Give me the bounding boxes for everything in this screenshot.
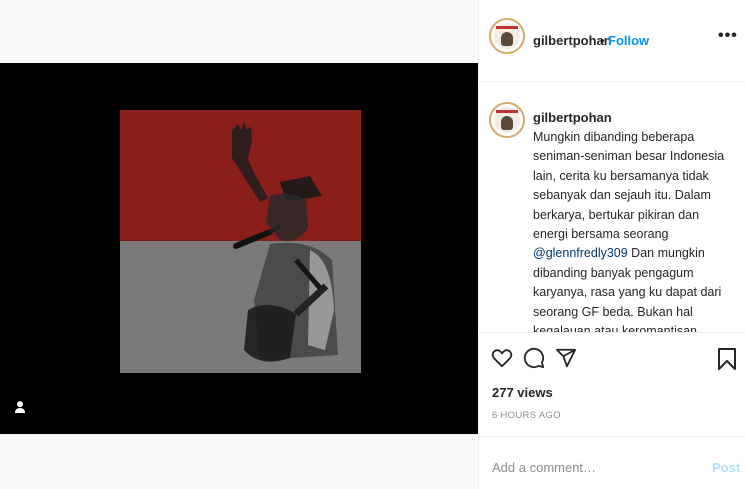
caption-author-avatar[interactable] [489,102,525,138]
follow-button[interactable]: Follow [608,33,649,48]
comment-icon[interactable] [523,347,545,369]
more-options-button[interactable]: ••• [718,27,738,45]
share-icon[interactable] [555,347,577,369]
post-timestamp[interactable]: 6 HOURS AGO [492,410,561,421]
separator-dot: • [600,33,605,48]
mention-link[interactable]: @glennfredly309 [533,246,628,260]
post-comment-button[interactable]: Post [712,460,740,475]
post-media[interactable] [0,63,478,434]
bottom-background [0,434,478,489]
caption-username-link[interactable]: gilbertpohan [533,110,612,125]
post-side-panel: gilbertpohan • Follow ••• gilbertpohan M… [478,0,745,489]
performer-silhouette [232,122,338,362]
caption-text: Mungkin dibanding beberapa seniman-senim… [533,128,737,332]
add-comment-section: Add a comment… Post [479,436,745,489]
heart-icon[interactable] [491,347,513,369]
views-count[interactable]: 277 views [492,385,553,400]
caption-text-part-1: Mungkin dibanding beberapa seniman-senim… [533,130,725,242]
top-background [0,0,478,63]
post-photo [120,110,361,373]
caption-area: gilbertpohan Mungkin dibanding beberapa … [479,82,745,332]
post-header: gilbertpohan • Follow ••• [479,0,745,82]
bookmark-icon[interactable] [716,347,738,371]
action-bar: 277 views 6 HOURS AGO [479,332,745,436]
user-tag-icon[interactable] [13,400,27,414]
comment-input[interactable]: Add a comment… [492,460,596,475]
author-avatar[interactable] [489,18,525,54]
